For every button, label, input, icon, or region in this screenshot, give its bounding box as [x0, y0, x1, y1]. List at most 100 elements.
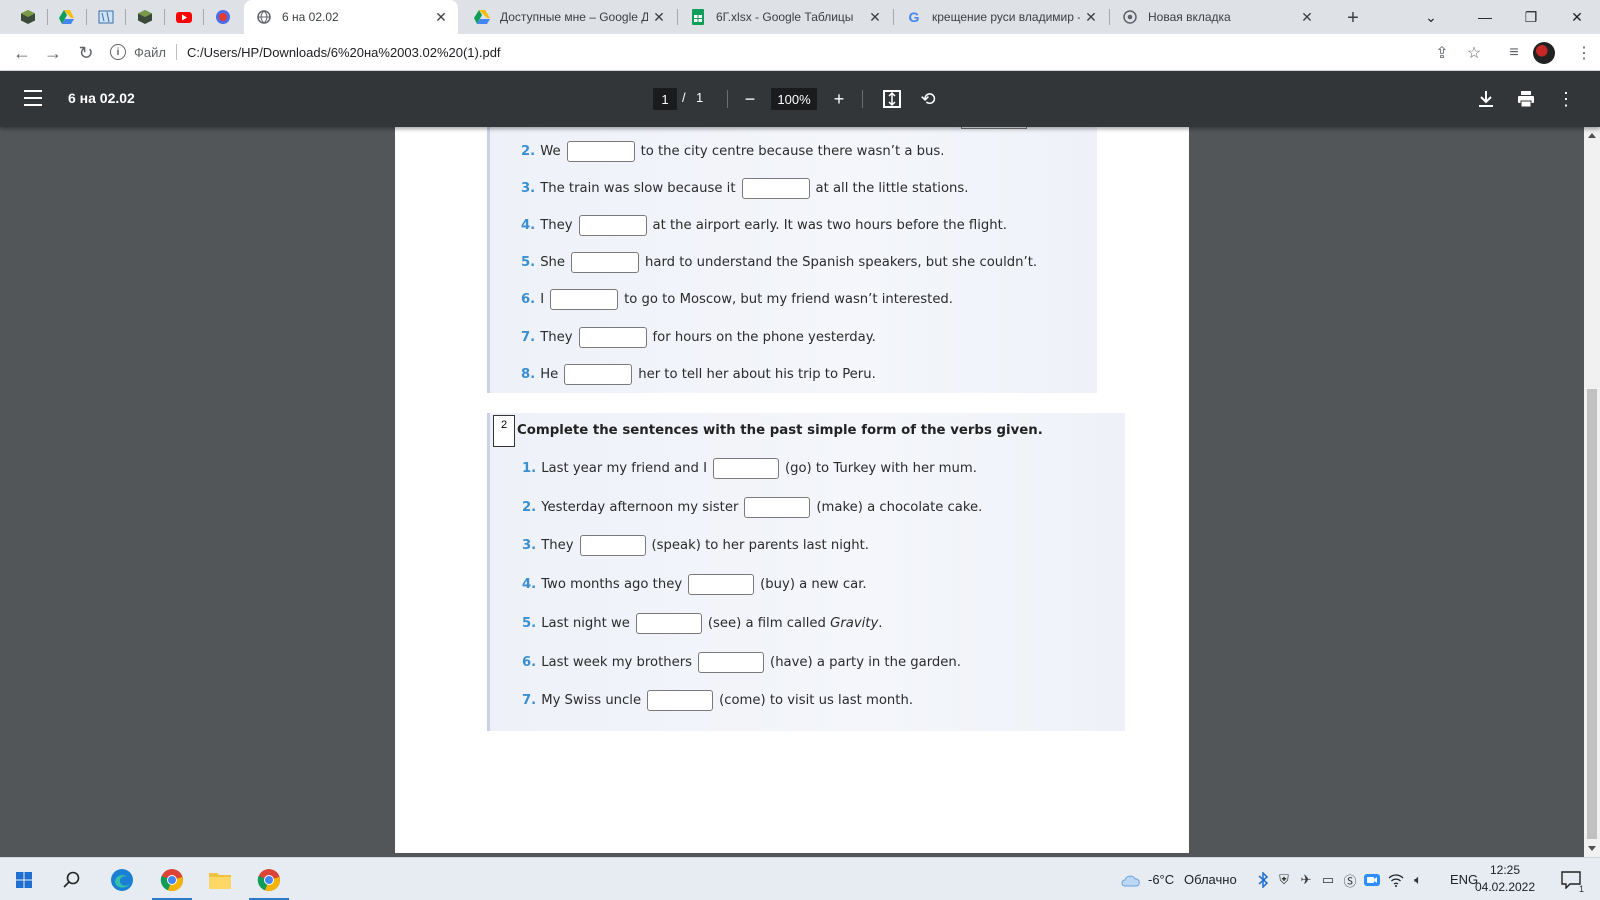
fit-page-icon[interactable]	[880, 87, 904, 111]
answer-blank[interactable]	[579, 535, 646, 557]
sentence-text-before: They	[540, 329, 573, 345]
tab-active-pdf[interactable]: 6 на 02.02 ✕	[244, 0, 458, 34]
minimize-button[interactable]: —	[1462, 0, 1508, 34]
sentence-number: 4.	[522, 577, 537, 593]
vertical-scrollbar[interactable]	[1584, 127, 1600, 857]
search-button[interactable]	[48, 858, 96, 900]
answer-blank[interactable]	[698, 651, 765, 673]
sentence-text-before: We	[540, 144, 561, 159]
menu-icon[interactable]	[24, 90, 42, 108]
profile-avatar[interactable]	[1533, 42, 1555, 64]
share-icon[interactable]: ⇪	[1428, 39, 1456, 67]
chrome-icon	[1122, 9, 1138, 25]
url-text[interactable]: C:/Users/HP/Downloads/6%20на%2003.02%20(…	[187, 45, 501, 60]
start-button[interactable]	[0, 858, 48, 900]
sentence-number: 6.	[522, 654, 537, 670]
tab-google-search[interactable]: G крещение руси владимир - ✕	[894, 0, 1108, 34]
answer-blank[interactable]	[744, 496, 811, 518]
pdf-viewer[interactable]: 2. We to the city centre because there was…	[0, 127, 1584, 857]
google-icon: G	[908, 9, 920, 25]
wifi-icon[interactable]	[1388, 872, 1404, 888]
sentence-item: 7. They for hours on the phone yesterday.	[521, 326, 876, 348]
pdf-more-icon[interactable]: ⋮	[1554, 87, 1578, 111]
pinned-tab-app[interactable]	[204, 0, 242, 34]
skype-icon[interactable]: Ⓢ	[1342, 872, 1358, 889]
answer-blank[interactable]	[635, 612, 702, 634]
info-icon[interactable]: i	[110, 44, 126, 60]
reload-button[interactable]: ↻	[72, 39, 100, 67]
pdf-toolbar: 6 на 02.02 1 / 1 − 100% + ⟲ ⋮	[0, 71, 1600, 127]
address-bar[interactable]: i Файл C:/Users/HP/Downloads/6%20на%2003…	[110, 37, 1510, 67]
print-icon[interactable]	[1514, 87, 1538, 111]
close-window-button[interactable]: ✕	[1554, 0, 1600, 34]
zoom-out-icon[interactable]: −	[738, 87, 762, 111]
page-number-input[interactable]: 1	[653, 88, 677, 110]
pinned-tab-cube[interactable]	[9, 0, 47, 34]
taskbar-edge[interactable]	[98, 858, 146, 900]
shield-icon[interactable]: ⛨	[1276, 872, 1292, 888]
sentence-text-after: (see) a film called	[707, 615, 826, 631]
forward-button[interactable]: →	[39, 39, 67, 67]
more-menu-icon[interactable]: ⋮	[1570, 39, 1598, 67]
pinned-tab-cube-2[interactable]	[126, 0, 164, 34]
answer-blank[interactable]	[564, 363, 633, 385]
taskbar-file-explorer[interactable]	[196, 858, 244, 900]
airplane-icon[interactable]: ✈	[1298, 872, 1314, 888]
tab-google-sheets[interactable]: 6Г.xlsx - Google Таблицы ✕	[678, 0, 892, 34]
answer-blank[interactable]	[712, 458, 779, 479]
close-icon[interactable]: ✕	[648, 6, 670, 28]
bluetooth-icon[interactable]	[1255, 872, 1271, 888]
answer-blank[interactable]	[647, 690, 714, 712]
zoom-app-icon[interactable]	[1364, 872, 1380, 888]
answer-blank[interactable]	[741, 178, 810, 200]
back-button[interactable]: ←	[8, 39, 36, 67]
weather-cloud-icon[interactable]	[1120, 872, 1142, 888]
reading-list-icon[interactable]: ≡	[1500, 39, 1528, 67]
restore-button[interactable]: ❐	[1508, 0, 1554, 34]
sentence-number: 6.	[521, 292, 536, 308]
scroll-up-icon[interactable]	[1588, 133, 1596, 138]
taskbar-chrome-active[interactable]	[148, 858, 196, 900]
sentence-text-before: Last night we	[541, 615, 630, 631]
answer-blank[interactable]	[688, 574, 755, 596]
youtube-icon	[176, 12, 192, 23]
scroll-down-icon[interactable]	[1588, 846, 1596, 851]
notifications-icon[interactable]: 1	[1560, 870, 1584, 894]
cube-icon	[138, 10, 152, 24]
weather-temp[interactable]: -6°C	[1148, 858, 1174, 900]
tab-search-chevron-icon[interactable]: ⌄	[1416, 0, 1446, 34]
answer-blank[interactable]	[571, 252, 640, 274]
clock[interactable]: 12:25 04.02.2022	[1462, 862, 1548, 896]
answer-blank[interactable]	[578, 326, 647, 348]
rotate-icon[interactable]: ⟲	[916, 87, 940, 111]
close-icon[interactable]: ✕	[1080, 6, 1102, 28]
taskbar-chrome-2[interactable]	[245, 858, 293, 900]
bookmark-star-icon[interactable]: ☆	[1460, 39, 1488, 67]
windows-icon	[16, 871, 32, 888]
battery-icon[interactable]: ▭	[1320, 872, 1336, 888]
pinned-tab-map[interactable]	[87, 0, 125, 34]
tab-new-tab[interactable]: Новая вкладка ✕	[1110, 0, 1324, 34]
scrollbar-thumb[interactable]	[1587, 389, 1597, 839]
sentence-text-before: Last week my brothers	[541, 654, 693, 670]
sentence-text-before: Two months ago they	[541, 577, 683, 593]
close-icon[interactable]: ✕	[430, 6, 452, 28]
new-tab-button[interactable]: +	[1340, 5, 1366, 31]
clock-date: 04.02.2022	[1474, 880, 1536, 894]
zoom-in-icon[interactable]: +	[827, 87, 851, 111]
zoom-input[interactable]: 100%	[771, 88, 817, 110]
close-icon[interactable]: ✕	[1296, 6, 1318, 28]
volume-icon[interactable]: 🔈︎	[1410, 872, 1426, 888]
download-icon[interactable]	[1474, 87, 1498, 111]
tab-google-drive[interactable]: Доступные мне – Google Ди ✕	[462, 0, 676, 34]
answer-blank[interactable]	[566, 141, 635, 162]
sentence-text-before: Last year my friend and I	[541, 461, 707, 476]
pinned-tab-drive[interactable]	[48, 0, 86, 34]
sentence-number: 7.	[521, 329, 536, 345]
sentence-italic-text: Gravity	[830, 615, 879, 631]
answer-blank[interactable]	[550, 289, 619, 311]
pinned-tab-youtube[interactable]	[165, 0, 203, 34]
answer-blank[interactable]	[578, 215, 647, 237]
close-icon[interactable]: ✕	[864, 6, 886, 28]
weather-description[interactable]: Облачно	[1184, 858, 1237, 900]
